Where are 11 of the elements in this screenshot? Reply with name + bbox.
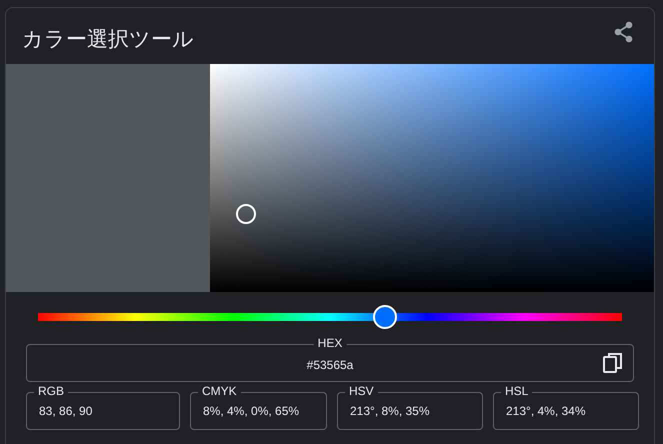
share-icon[interactable]	[614, 21, 634, 43]
field-value: 213°, 8%, 35%	[350, 404, 430, 418]
field-value: #53565a	[306, 358, 354, 372]
slider-thumb[interactable]	[372, 305, 397, 329]
field-value: 83, 86, 90	[39, 404, 92, 418]
picker-handle[interactable]	[236, 204, 256, 224]
copy-icon[interactable]	[603, 352, 623, 374]
field-value: 8%, 4%, 0%, 65%	[203, 404, 300, 418]
window-title: カラー選択ツール	[22, 26, 194, 53]
field-value: 213°, 4%, 34%	[506, 404, 586, 418]
saturation-value-field[interactable]	[210, 64, 654, 292]
